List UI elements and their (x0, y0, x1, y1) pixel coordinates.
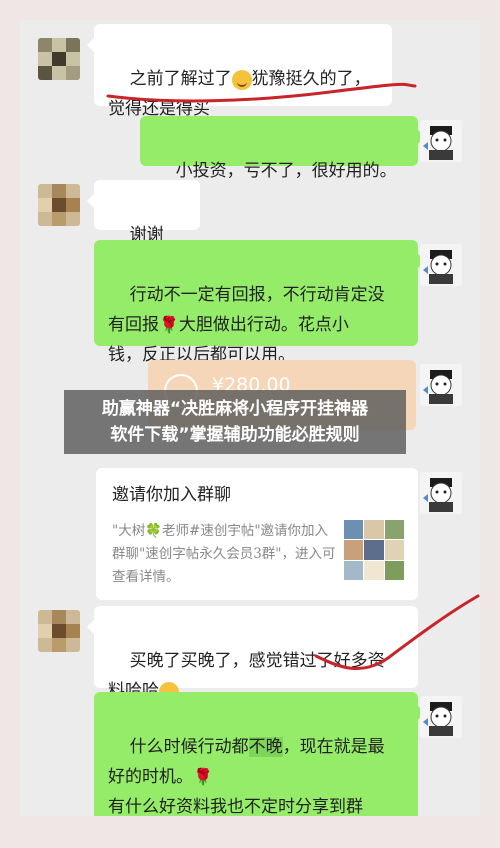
cartoon-avatar-icon (420, 120, 462, 162)
message-text: ，现在就是最 (282, 737, 385, 757)
contact-avatar-mosaic[interactable] (38, 610, 80, 652)
highlighted-text: 不晚 (248, 737, 283, 757)
cartoon-avatar-icon (420, 244, 462, 286)
contact-avatar-mosaic[interactable] (38, 38, 80, 80)
message-text: 大胆做出行动。花点小 (178, 315, 349, 335)
self-avatar[interactable] (420, 472, 462, 514)
group-thumbnail-grid (344, 520, 404, 580)
group-invite-card[interactable]: 邀请你加入群聊 "大树🍀老师#速创宇帖"邀请你加入群聊"速创字帖永久会员3群"，… (96, 468, 418, 600)
message-text: 行动不一定有回报，不行动肯定没 (129, 285, 385, 305)
card-title: 邀请你加入群聊 (112, 485, 231, 505)
message-text: 有回报 (108, 315, 159, 335)
outgoing-message-3[interactable]: 什么时候行动都不晚，现在就是最 好的时机。🌹 有什么好资料我也不定时分享到群 里… (94, 692, 425, 816)
outgoing-message-1[interactable]: 小投资，亏不了，很好用的。 (140, 116, 425, 181)
self-avatar[interactable] (420, 364, 462, 406)
self-avatar[interactable] (420, 696, 462, 738)
message-text: 好的时机。 (108, 767, 193, 787)
self-avatar[interactable] (420, 120, 462, 162)
overlay-banner: 助赢神器“决胜麻将小程序开挂神器 软件下载”掌握辅助功能必胜规则 (64, 390, 406, 454)
contact-avatar-mosaic[interactable] (38, 184, 80, 226)
message-text: 之前了解过了 (129, 69, 232, 89)
message-text: 小投资，亏不了，很好用的。 (175, 161, 397, 181)
message-text: 犹豫挺久的了， (251, 69, 371, 89)
card-desc-text: "大树 (112, 523, 146, 539)
outgoing-message-2[interactable]: 行动不一定有回报，不行动肯定没 有回报🌹大胆做出行动。花点小 钱，反正以后都可以… (94, 240, 425, 365)
message-text: 有什么好资料我也不定时分享到群 (108, 797, 363, 816)
banner-line-2: 软件下载”掌握辅助功能必胜规则 (110, 425, 360, 445)
rose-icon: 🌹 (159, 315, 179, 334)
message-text: 什么时候行动都 (129, 737, 249, 757)
banner-line-1: 助赢神器“决胜麻将小程序开挂神器 (101, 399, 369, 419)
incoming-message-2[interactable]: 谢谢啦！ (87, 180, 200, 275)
clover-icon: 🍀 (145, 523, 163, 539)
laugh-cry-emoji-icon (231, 69, 252, 90)
message-text: 买晚了买晚了，感觉错过了好多资 (129, 651, 385, 671)
card-description: "大树🍀老师#速创宇帖"邀请你加入群聊"速创字帖永久会员3群"，进入可查看详情。 (112, 520, 340, 589)
mosaic-avatar-icon (38, 610, 80, 652)
self-avatar[interactable] (420, 244, 462, 286)
rose-icon: 🌹 (193, 767, 213, 786)
incoming-message-1[interactable]: 之前了解过了 犹豫挺久的了， 觉得还是得买 (87, 24, 392, 119)
cartoon-avatar-icon (420, 472, 462, 514)
mosaic-avatar-icon (38, 38, 80, 80)
mosaic-avatar-icon (38, 184, 80, 226)
incoming-message-3[interactable]: 买晚了买晚了，感觉错过了好多资 料哈哈 (87, 606, 418, 702)
cartoon-avatar-icon (420, 696, 462, 738)
cartoon-avatar-icon (420, 364, 462, 406)
